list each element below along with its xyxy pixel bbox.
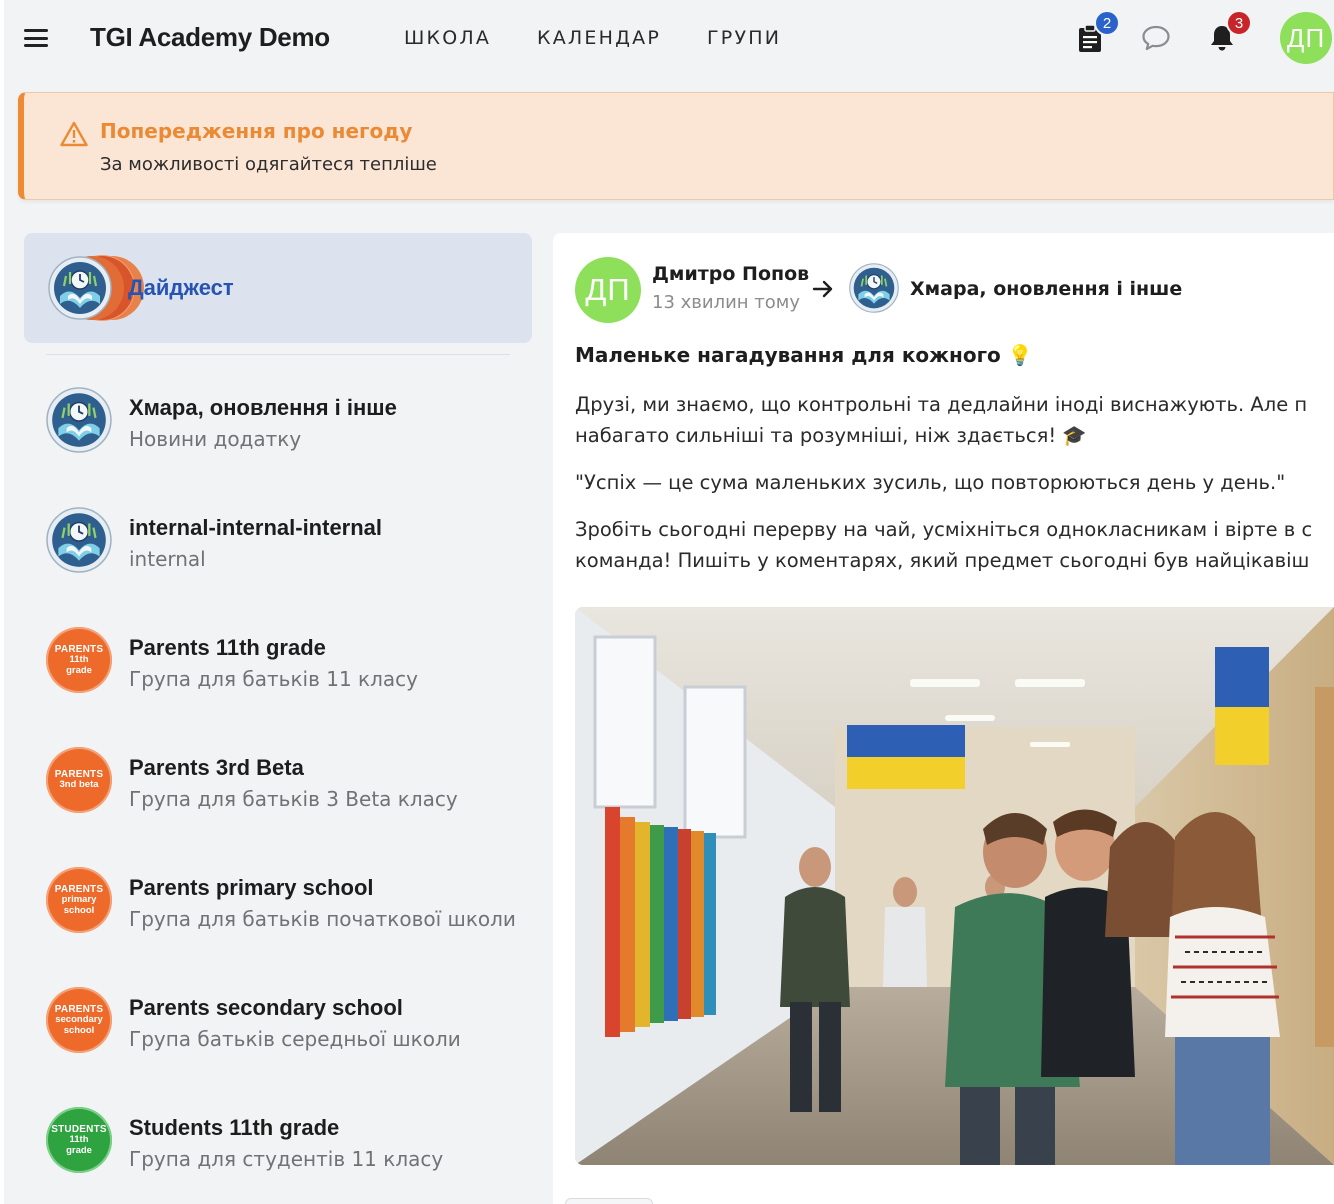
group-title: Parents 3rd Beta xyxy=(129,755,304,780)
app-title[interactable]: TGI Academy Demo xyxy=(90,22,330,53)
group-title: Parents secondary school xyxy=(129,995,403,1020)
group-title: Parents primary school xyxy=(129,875,374,900)
warning-icon xyxy=(60,121,88,147)
author-avatar[interactable]: ДП xyxy=(575,257,641,323)
group-avatar: PARENTS secondary school xyxy=(46,987,112,1053)
author-name[interactable]: Дмитро Попов xyxy=(652,263,809,285)
alert-title: Попередження про негоду xyxy=(100,119,413,143)
nav-groups[interactable]: ГРУПИ xyxy=(707,27,781,49)
school-hallway-photo xyxy=(575,607,1334,1165)
group-title: Parents 11th grade xyxy=(129,635,326,660)
group-subtitle: internal xyxy=(129,547,206,571)
post-line: "Успіх — це сума маленьких зусиль, що по… xyxy=(575,471,1286,494)
group-subtitle: Група для батьків 11 класу xyxy=(129,667,418,691)
digest-avatar-stack xyxy=(48,255,144,321)
group-subtitle: Новини додатку xyxy=(129,427,302,451)
weather-alert[interactable]: Попередження про негоду За можливості од… xyxy=(18,92,1334,200)
groups-sidebar: Дайджест Хмара, оновлення і інше Новини … xyxy=(24,233,532,1195)
sidebar-group-parents-3rd-beta[interactable]: PARENTS 3nd beta Parents 3rd Beta Група … xyxy=(24,715,532,835)
tasks-button[interactable]: 2 xyxy=(1072,10,1120,56)
sidebar-group-parents-primary[interactable]: PARENTS primary school Parents primary s… xyxy=(24,835,532,955)
tasks-badge: 2 xyxy=(1094,10,1120,36)
sidebar-item-digest[interactable]: Дайджест xyxy=(24,233,532,343)
academy-logo-icon xyxy=(46,387,112,453)
academy-logo-icon xyxy=(48,256,112,320)
post-line: Друзі, ми знаємо, що контрольні та дедла… xyxy=(575,393,1308,416)
top-bar: TGI Academy Demo ШКОЛА КАЛЕНДАР ГРУПИ 2 … xyxy=(4,0,1334,76)
group-avatar: PARENTS 3nd beta xyxy=(46,747,112,813)
menu-icon[interactable] xyxy=(22,26,50,50)
chat-icon xyxy=(1142,25,1170,51)
group-avatar: STUDENTS 11th grade xyxy=(46,1107,112,1173)
group-subtitle: Група для батьків 3 Beta класу xyxy=(129,787,458,811)
sidebar-group-parents-secondary[interactable]: PARENTS secondary school Parents seconda… xyxy=(24,955,532,1075)
feed-post: ДП Дмитро Попов 13 хвилин тому Хмара, он… xyxy=(553,233,1334,1204)
post-time: 13 хвилин тому xyxy=(652,292,801,313)
notifications-button[interactable]: 3 xyxy=(1204,10,1252,56)
post-line: команда! Пишіть у коментарях, який предм… xyxy=(575,549,1310,572)
post-line: Зробіть сьогодні перерву на чай, усміхні… xyxy=(575,518,1313,541)
group-avatar: PARENTS primary school xyxy=(46,867,112,933)
group-title: internal-internal-internal xyxy=(129,515,383,540)
post-footer-button[interactable] xyxy=(565,1198,653,1204)
main-nav: ШКОЛА КАЛЕНДАР ГРУПИ xyxy=(404,27,781,49)
academy-logo-icon xyxy=(46,507,112,573)
window-edge xyxy=(0,0,4,1204)
post-body: Друзі, ми знаємо, що контрольні та дедла… xyxy=(575,389,1334,592)
chat-button[interactable] xyxy=(1138,20,1174,56)
nav-calendar[interactable]: КАЛЕНДАР xyxy=(537,27,661,49)
group-title: Students 11th grade xyxy=(129,1115,340,1140)
academy-logo-icon[interactable] xyxy=(849,263,899,313)
sidebar-group-cloud-updates[interactable]: Хмара, оновлення і інше Новини додатку xyxy=(24,355,532,475)
sidebar-group-internal[interactable]: internal-internal-internal internal xyxy=(24,475,532,595)
sidebar-group-parents-11th[interactable]: PARENTS 11th grade Parents 11th grade Гр… xyxy=(24,595,532,715)
group-subtitle: Група для студентів 11 класу xyxy=(129,1147,444,1171)
group-title: Хмара, оновлення і інше xyxy=(129,395,397,420)
group-avatar: PARENTS 11th grade xyxy=(46,627,112,693)
post-heading: Маленьке нагадування для кожного 💡 xyxy=(575,343,1033,367)
notifications-badge: 3 xyxy=(1226,10,1252,36)
group-subtitle: Група батьків середньої школи xyxy=(129,1027,461,1051)
sidebar-group-students-11th[interactable]: STUDENTS 11th grade Students 11th grade … xyxy=(24,1075,532,1195)
post-image[interactable] xyxy=(575,607,1334,1165)
arrow-right-icon xyxy=(812,280,833,298)
post-line: набагато сильніші та розумніші, ніж здає… xyxy=(575,424,1087,447)
user-avatar[interactable]: ДП xyxy=(1280,12,1332,64)
digest-label: Дайджест xyxy=(128,275,234,300)
alert-text: За можливості одягайтеся тепліше xyxy=(100,154,437,175)
target-group-name[interactable]: Хмара, оновлення і інше xyxy=(910,278,1182,300)
nav-school[interactable]: ШКОЛА xyxy=(404,27,491,49)
group-subtitle: Група для батьків початкової школи xyxy=(129,907,516,931)
